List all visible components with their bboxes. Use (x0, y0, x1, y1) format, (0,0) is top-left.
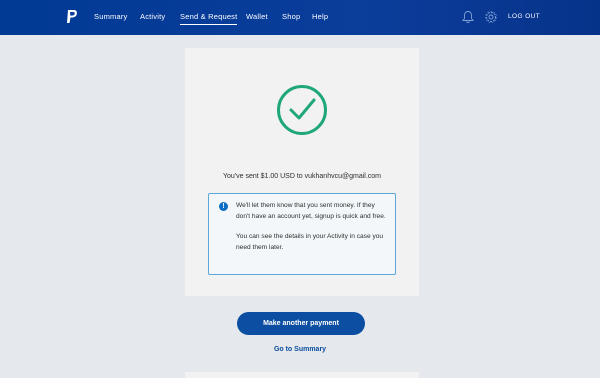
confirmation-card: You've sent $1.00 USD to vukhanhvcu@gmai… (185, 48, 419, 296)
gear-icon[interactable] (484, 10, 498, 24)
info-box: ! We'll let them know that you sent mone… (208, 193, 396, 275)
checkmark-circle-icon (277, 85, 327, 135)
bell-icon[interactable] (462, 10, 474, 24)
info-line-1: We'll let them know that you sent money.… (236, 202, 386, 220)
nav-wallet[interactable]: Wallet (246, 12, 268, 21)
nav-send-request[interactable]: Send & Request (180, 12, 238, 25)
go-to-summary-link: Go to Summary (0, 346, 600, 353)
footer-card-edge (185, 372, 419, 378)
nav-help[interactable]: Help (312, 12, 328, 21)
make-another-payment-button[interactable]: Make another payment (237, 312, 365, 335)
top-navigation-bar: Summary Activity Send & Request Wallet S… (0, 0, 600, 35)
nav-activity[interactable]: Activity (140, 12, 165, 21)
go-to-summary-label[interactable]: Go to Summary (274, 346, 326, 353)
nav-summary[interactable]: Summary (94, 12, 128, 21)
info-text: We'll let them know that you sent money.… (236, 201, 386, 263)
paypal-logo[interactable] (66, 9, 78, 25)
info-icon: ! (219, 202, 228, 211)
confirmation-message: You've sent $1.00 USD to vukhanhvcu@gmai… (223, 173, 381, 180)
nav-shop[interactable]: Shop (282, 12, 300, 21)
logout-link[interactable]: LOG OUT (508, 13, 540, 20)
info-line-2: You can see the details in your Activity… (236, 233, 384, 251)
